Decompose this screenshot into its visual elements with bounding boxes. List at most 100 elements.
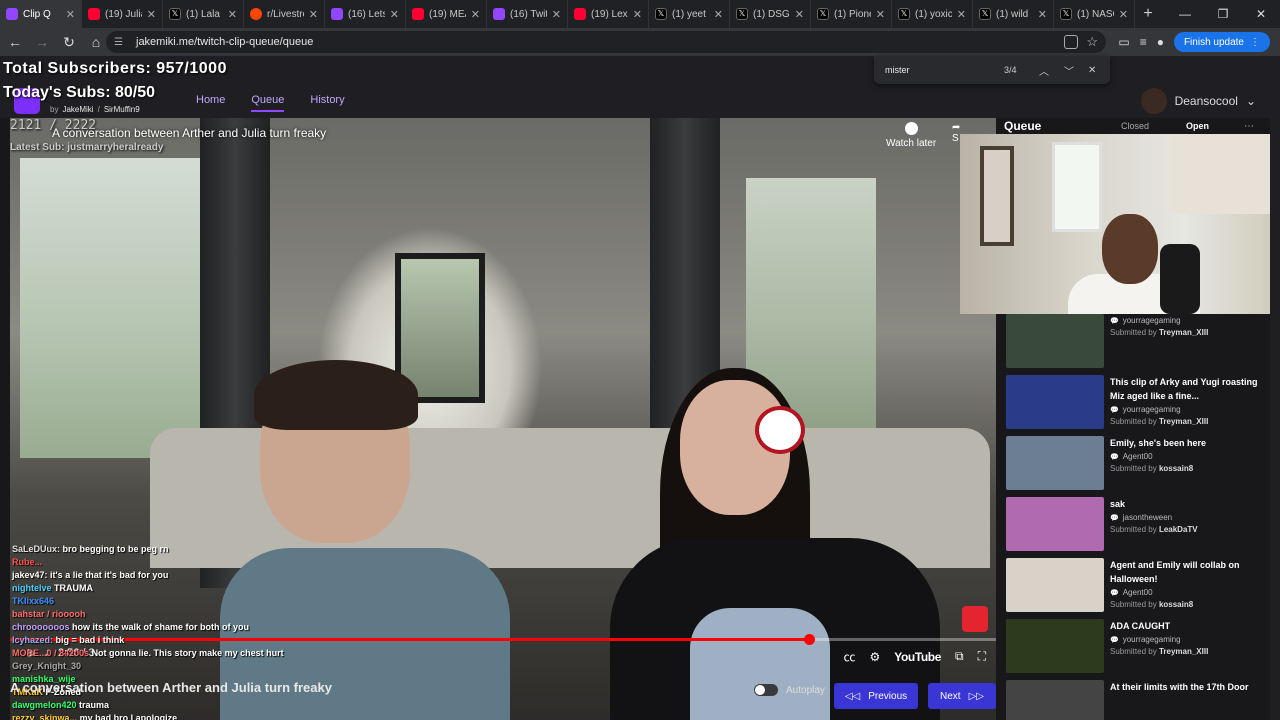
browser-tab[interactable]: 𝕏 (1) Pione ✕ xyxy=(811,0,892,28)
autoplay-toggle[interactable] xyxy=(754,684,778,696)
forward-icon[interactable]: → xyxy=(30,34,54,50)
chat-username: Icyhazed: xyxy=(12,635,54,645)
browser-tab[interactable]: 𝕏 (1) DSG T ✕ xyxy=(730,0,811,28)
youtube-logo[interactable]: YouTube xyxy=(894,650,941,664)
find-bar: mister 3/4 ︿ ﹀ ✕ xyxy=(874,56,1110,84)
reload-icon[interactable]: ↻ xyxy=(57,34,81,51)
clip-thumbnail[interactable] xyxy=(1006,375,1104,429)
queue-scrollbar[interactable] xyxy=(1270,118,1280,720)
tab-close-icon[interactable]: ✕ xyxy=(390,8,399,21)
clip-thumbnail[interactable] xyxy=(1006,497,1104,551)
clip-thumbnail[interactable] xyxy=(1006,680,1104,720)
browser-tab[interactable]: r/Livestre ✕ xyxy=(244,0,325,28)
captions-icon[interactable]: ㏄ xyxy=(843,648,855,665)
close-window-icon[interactable]: ✕ xyxy=(1242,7,1280,21)
browser-tab[interactable]: (19) Julia ✕ xyxy=(82,0,163,28)
queue-item[interactable]: Emily, she's been here 💬 Agent00 Submitted … xyxy=(1006,436,1268,497)
browser-tab[interactable]: 𝕏 (1) yeet (✕ xyxy=(649,0,730,28)
queue-item[interactable]: ADA CAUGHT 💬 yourragegaming Submitted by Tr… xyxy=(1006,619,1268,680)
video-title-overlay[interactable]: A conversation between Arther and Julia … xyxy=(52,126,326,140)
queue-item[interactable]: 💬 yourragegaming Submitted by Treyman_XIII xyxy=(1006,314,1268,375)
find-input[interactable]: mister xyxy=(885,65,910,75)
clip-thumbnail[interactable] xyxy=(1006,436,1104,490)
tab-close-icon[interactable]: ✕ xyxy=(1038,8,1047,21)
find-next-icon[interactable]: ﹀ xyxy=(1064,63,1074,78)
tab-close-icon[interactable]: ✕ xyxy=(309,8,318,21)
progress-scrubber[interactable] xyxy=(803,634,815,645)
chevron-down-icon: ⌄ xyxy=(1245,94,1256,108)
user-menu[interactable]: Deansocool ⌄ xyxy=(1140,88,1256,114)
tab-close-icon[interactable]: ✕ xyxy=(957,8,966,21)
home-icon[interactable]: ⌂ xyxy=(84,34,108,50)
tab-close-icon[interactable]: ✕ xyxy=(795,8,804,21)
queue-item[interactable]: sak 💬 jasontheween Submitted by LeakDaTV xyxy=(1006,497,1268,558)
watch-later-button[interactable]: Watch later xyxy=(886,122,936,149)
browser-tab[interactable]: 𝕏 (1) yoxic ✕ xyxy=(892,0,973,28)
tab-close-icon[interactable]: ✕ xyxy=(552,8,561,21)
tab-close-icon[interactable]: ✕ xyxy=(228,8,237,21)
tab-label: (1) wild xyxy=(996,8,1029,20)
site-info-icon[interactable]: ☰ xyxy=(114,37,128,48)
autoplay-control[interactable]: Autoplay xyxy=(754,684,825,696)
webcam-window xyxy=(1052,142,1102,232)
submitted-by-prefix: Submitted by xyxy=(1110,417,1157,426)
find-close-icon[interactable]: ✕ xyxy=(1088,65,1096,76)
browser-tab[interactable]: (16) Lets ✕ xyxy=(325,0,406,28)
fullscreen-icon[interactable]: ⛶ xyxy=(978,649,986,664)
nav-history[interactable]: History xyxy=(310,94,344,112)
clip-channel: 💬 jasontheween xyxy=(1110,513,1172,522)
chat-username: dawgmelon420 xyxy=(12,700,77,710)
tab-close-icon[interactable]: ✕ xyxy=(1119,8,1128,21)
new-tab-button[interactable]: + xyxy=(1135,5,1161,23)
queue-item[interactable]: This clip of Arky and Yugi roasting Miz … xyxy=(1006,375,1268,436)
clip-title: Emily, she's been here xyxy=(1110,438,1207,448)
clip-thumbnail[interactable] xyxy=(1006,314,1104,368)
clip-thumbnail[interactable] xyxy=(1006,558,1104,612)
more-horizontal-icon[interactable]: ⋯ xyxy=(1244,121,1254,132)
browser-tab[interactable]: 𝕏 (1) Lala o ✕ xyxy=(163,0,244,28)
queue-closed-toggle[interactable]: Closed xyxy=(1121,121,1149,131)
subscribe-badge-icon[interactable] xyxy=(962,606,988,632)
chat-message: dawgmelon420 trauma xyxy=(12,699,312,712)
maximize-icon[interactable]: ❐ xyxy=(1204,7,1242,21)
nav-home[interactable]: Home xyxy=(196,94,225,112)
next-button[interactable]: Next ▷▷ xyxy=(928,683,996,709)
chat-username: MORE...0 / 84200s xyxy=(12,648,90,658)
chat-username: SaLeDUux: xyxy=(12,544,61,554)
clip-thumbnail[interactable] xyxy=(1006,619,1104,673)
tab-close-icon[interactable]: ✕ xyxy=(633,8,642,21)
find-prev-icon[interactable]: ︿ xyxy=(1039,63,1049,78)
tab-close-icon[interactable]: ✕ xyxy=(66,8,75,21)
queue-open-toggle[interactable]: Open xyxy=(1186,121,1209,131)
address-bar[interactable]: ☰ jakemiki.me/twitch-clip-queue/queue ☆ xyxy=(106,31,1106,53)
browser-tab[interactable]: 𝕏 (1) NASC ✕ xyxy=(1054,0,1135,28)
lens-icon[interactable] xyxy=(1064,35,1078,49)
tab-close-icon[interactable]: ✕ xyxy=(471,8,480,21)
tab-search-icon[interactable]: ▭ xyxy=(1118,35,1129,49)
previous-button[interactable]: ◁◁ Previous xyxy=(834,683,918,709)
credit-jakemiki[interactable]: JakeMiki xyxy=(62,105,93,114)
queue-item[interactable]: At their limits with the 17th Door xyxy=(1006,680,1268,720)
browser-tab[interactable]: 𝕏 (1) wild ✕ xyxy=(973,0,1054,28)
profile-icon[interactable]: ● xyxy=(1157,35,1164,49)
back-icon[interactable]: ← xyxy=(3,34,27,50)
chat-text: TRAUMA xyxy=(54,583,94,593)
browser-tab[interactable]: (19) MEA ✕ xyxy=(406,0,487,28)
cast-icon[interactable]: ⧉ xyxy=(955,649,964,664)
browser-tab[interactable]: (19) Lex L ✕ xyxy=(568,0,649,28)
tab-close-icon[interactable]: ✕ xyxy=(714,8,723,21)
reading-list-icon[interactable]: ≡ xyxy=(1140,35,1147,49)
tab-close-icon[interactable]: ✕ xyxy=(876,8,885,21)
minimize-icon[interactable]: — xyxy=(1166,7,1204,21)
settings-gear-icon[interactable]: ⚙ xyxy=(870,650,881,664)
browser-tab[interactable]: (16) Twitc ✕ xyxy=(487,0,568,28)
chat-username: TKlixx646 xyxy=(12,596,55,606)
browser-tab[interactable]: Clip Q ✕ xyxy=(0,0,82,28)
finish-update-button[interactable]: Finish update ⋮ xyxy=(1173,32,1270,52)
bookmark-star-icon[interactable]: ☆ xyxy=(1086,34,1098,50)
credit-sirmuffin[interactable]: SirMuffin9 xyxy=(104,105,140,114)
tab-close-icon[interactable]: ✕ xyxy=(147,8,156,21)
screen: Clip Q✕(19) Julia✕𝕏(1) Lala o✕r/Livestre… xyxy=(0,0,1280,720)
queue-item[interactable]: Agent and Emily will collab on Halloween… xyxy=(1006,558,1268,619)
nav-queue[interactable]: Queue xyxy=(251,94,285,112)
